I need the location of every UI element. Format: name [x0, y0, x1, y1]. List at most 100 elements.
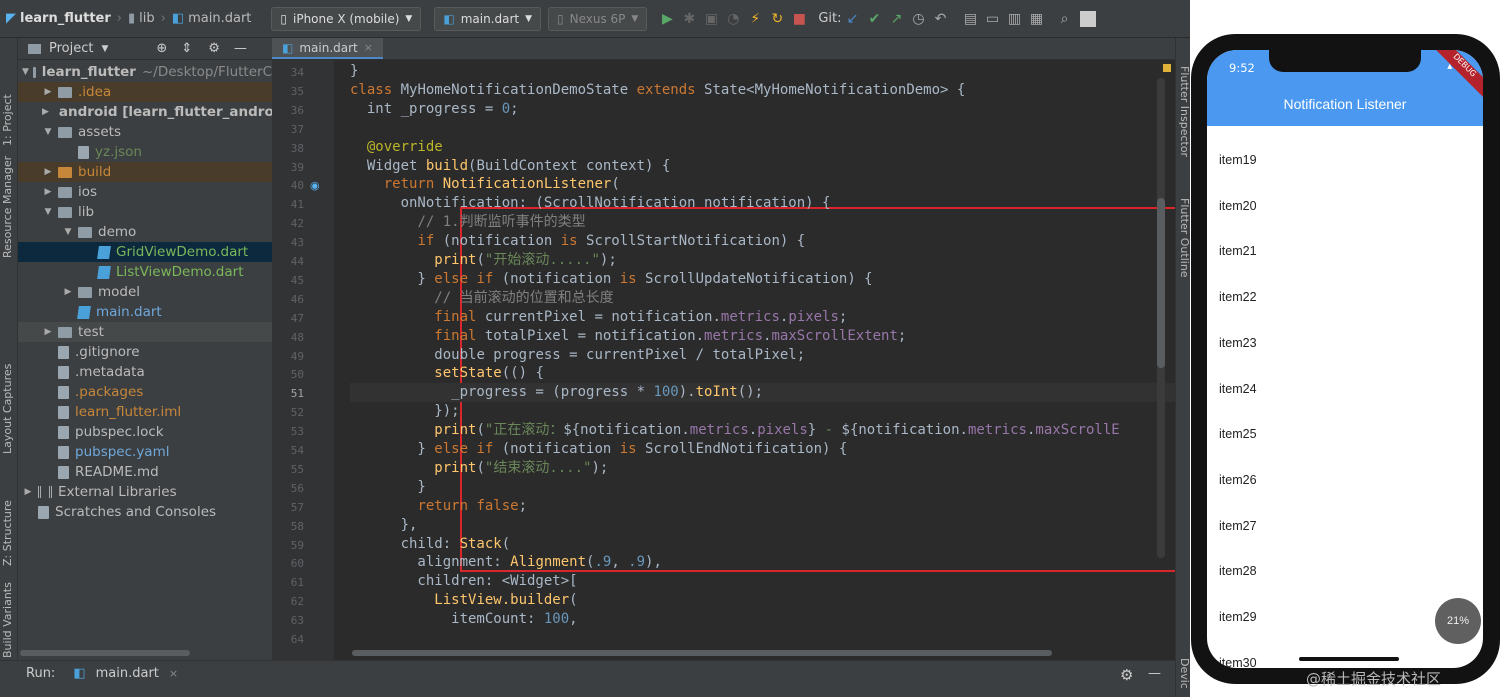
tab-resource-manager[interactable]: Resource Manager — [1, 138, 17, 258]
tree-item[interactable]: ▼ demo — [18, 222, 272, 242]
settings-icon[interactable]: ▥ — [1004, 8, 1026, 30]
git-commit-icon[interactable]: ✔ — [864, 8, 886, 30]
code-line[interactable]: // 1.判断监听事件的类型 — [350, 213, 585, 232]
tree-item[interactable]: ▶ build — [18, 162, 272, 182]
code-line[interactable]: int _progress = 0; — [350, 100, 519, 119]
code-line[interactable]: class MyHomeNotificationDemoState extend… — [350, 81, 965, 100]
device-selector[interactable]: ▯ iPhone X (mobile) ▼ — [271, 6, 422, 31]
tree-item[interactable]: pubspec.yaml — [18, 442, 272, 462]
tab-build-variants[interactable]: Build Variants — [1, 578, 17, 658]
chevron-right-icon[interactable]: ▶ — [42, 167, 54, 177]
list-item[interactable]: item19 — [1219, 153, 1257, 167]
tab-structure[interactable]: Z: Structure — [1, 476, 17, 566]
coverage-icon[interactable]: ▣ — [700, 8, 722, 30]
code-line[interactable]: setState(() { — [350, 364, 544, 383]
breadcrumb-folder[interactable]: lib — [139, 11, 154, 26]
code-line[interactable]: itemCount: 100, — [350, 610, 577, 629]
chevron-right-icon[interactable]: ▶ — [22, 487, 34, 497]
code-line[interactable]: ListView.builder( — [350, 591, 577, 610]
list-item[interactable]: item26 — [1219, 473, 1257, 487]
hot-reload-icon[interactable]: ⚡ — [744, 8, 766, 30]
run-tab-main-dart[interactable]: main.dart — [96, 666, 159, 681]
tree-item[interactable]: main.dart — [18, 302, 272, 322]
list-item[interactable]: item25 — [1219, 427, 1257, 441]
locate-icon[interactable]: ⊕ — [156, 41, 167, 56]
tree-item[interactable]: ▶ test — [18, 322, 272, 342]
tree-item[interactable]: ▶ .idea — [18, 82, 272, 102]
vertical-scrollbar[interactable] — [1157, 78, 1165, 558]
list-item[interactable]: item30 — [1219, 656, 1257, 668]
code-line[interactable]: } — [350, 62, 358, 81]
tab-flutter-outline[interactable]: Flutter Outline — [1176, 198, 1191, 318]
stop-icon[interactable]: ■ — [788, 8, 810, 30]
tab-project[interactable]: 1: Project — [1, 46, 17, 146]
list-item[interactable]: item29 — [1219, 610, 1257, 624]
code-line[interactable]: return false; — [350, 497, 527, 516]
minimize-icon[interactable]: — — [234, 41, 247, 56]
panel-scrollbar[interactable] — [20, 650, 190, 656]
profile-icon[interactable]: ◔ — [722, 8, 744, 30]
code-line[interactable]: } else if (notification is ScrollUpdateN… — [350, 270, 872, 289]
tree-item[interactable]: ▶ ios — [18, 182, 272, 202]
list-item[interactable]: item23 — [1219, 336, 1257, 350]
sdk-icon[interactable]: ▦ — [1026, 8, 1048, 30]
code-line[interactable]: child: Stack( — [350, 535, 511, 554]
tree-item[interactable]: pubspec.lock — [18, 422, 272, 442]
code-line[interactable]: return NotificationListener( — [350, 175, 620, 194]
history-icon[interactable]: ◷ — [908, 8, 930, 30]
chevron-right-icon[interactable]: ▶ — [42, 87, 54, 97]
tree-item[interactable]: README.md — [18, 462, 272, 482]
tree-item[interactable]: yz.json — [18, 142, 272, 162]
tree-item[interactable]: .gitignore — [18, 342, 272, 362]
code-line[interactable]: } — [350, 478, 425, 497]
chevron-down-icon[interactable]: ▼ — [42, 207, 54, 217]
tree-item[interactable]: ▶ android [learn_flutter_andro — [18, 102, 272, 122]
code-line[interactable]: final totalPixel = notification.metrics.… — [350, 327, 906, 346]
code-area[interactable]: } class MyHomeNotificationDemoState exten… — [350, 60, 1175, 660]
tree-item[interactable]: Scratches and Consoles — [18, 502, 272, 522]
hot-restart-icon[interactable]: ↻ — [766, 8, 788, 30]
search-icon[interactable]: ⌕ — [1054, 8, 1076, 30]
run-config-selector[interactable]: ◧ main.dart ▼ — [434, 6, 542, 31]
code-line[interactable]: }, — [350, 516, 418, 535]
code-line[interactable]: print("开始滚动....."); — [350, 251, 616, 270]
tab-flutter-inspector[interactable]: Flutter Inspector — [1176, 66, 1191, 196]
git-push-icon[interactable]: ↗ — [886, 8, 908, 30]
chevron-down-icon[interactable]: ▼ — [101, 44, 108, 54]
breadcrumb-project[interactable]: learn_flutter — [20, 11, 111, 26]
code-line[interactable]: _progress = (progress * 100).toInt(); — [350, 383, 763, 402]
tree-item[interactable]: ▼ assets — [18, 122, 272, 142]
layout-icon[interactable]: ▭ — [982, 8, 1004, 30]
collapse-icon[interactable]: ⇕ — [181, 41, 192, 56]
chevron-down-icon[interactable]: ▼ — [42, 127, 54, 137]
tab-main-dart[interactable]: ◧ main.dart × — [272, 38, 383, 59]
list-item[interactable]: item20 — [1219, 199, 1257, 213]
project-view-selector[interactable]: Project — [49, 41, 93, 56]
tree-item[interactable]: learn_flutter.iml — [18, 402, 272, 422]
run-icon[interactable]: ▶ — [656, 8, 678, 30]
code-line[interactable]: Widget build(BuildContext context) { — [350, 157, 670, 176]
code-line[interactable]: onNotification: (ScrollNotification noti… — [350, 194, 831, 213]
home-indicator[interactable] — [1299, 657, 1399, 661]
tree-item[interactable]: .packages — [18, 382, 272, 402]
code-line[interactable]: }); — [350, 402, 459, 421]
list-item[interactable]: item21 — [1219, 244, 1257, 258]
tab-layout-captures[interactable]: Layout Captures — [1, 344, 17, 454]
code-line[interactable]: // 当前滚动的位置和总长度 — [350, 289, 613, 308]
code-line[interactable]: double progress = currentPixel / totalPi… — [350, 346, 805, 365]
chevron-right-icon[interactable]: ▶ — [42, 107, 49, 117]
chevron-down-icon[interactable]: ▼ — [62, 227, 74, 237]
tree-item[interactable]: ▼ lib — [18, 202, 272, 222]
tree-item[interactable]: ▶ External Libraries — [18, 482, 272, 502]
debug-icon[interactable]: ✱ — [678, 8, 700, 30]
code-line[interactable]: alignment: Alignment(.9, .9), — [350, 553, 661, 572]
close-icon[interactable]: × — [169, 667, 178, 680]
emulator-selector[interactable]: ▯ Nexus 6P ▼ — [548, 6, 648, 31]
avatar-icon[interactable] — [1079, 10, 1096, 27]
close-icon[interactable]: × — [364, 41, 373, 54]
breadcrumb-file[interactable]: main.dart — [188, 11, 251, 26]
list-item[interactable]: item28 — [1219, 564, 1257, 578]
structure-icon[interactable]: ▤ — [960, 8, 982, 30]
code-line[interactable]: print("正在滚动：${notification.metrics.pixel… — [350, 421, 1119, 440]
code-line[interactable]: if (notification is ScrollStartNotificat… — [350, 232, 805, 251]
